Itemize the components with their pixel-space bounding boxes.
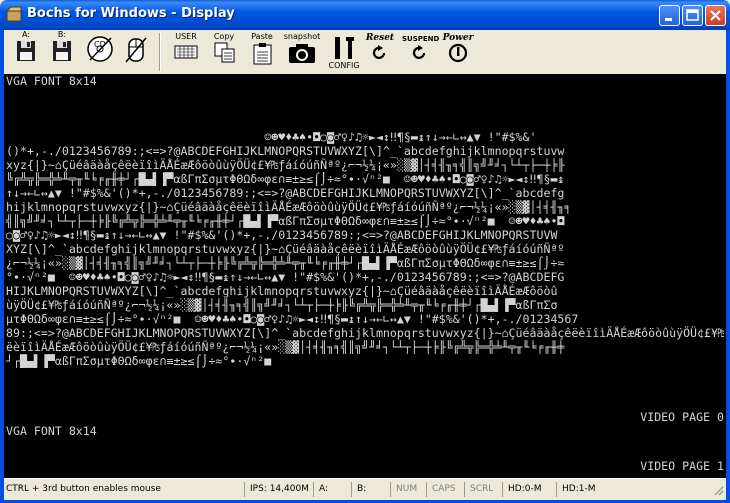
suspend-button[interactable]: SUSPEND	[402, 30, 440, 74]
video-page-label: VIDEO PAGE 0	[640, 410, 724, 424]
snapshot-label: snapshot	[283, 32, 321, 41]
floppy-icon	[53, 41, 71, 61]
title-bar[interactable]: Bochs for Windows - Display	[0, 0, 730, 30]
screen-line: ○◙♂♀♪♫☼►◄↕‼¶§▬↨↑↓→←∟↔▲▼ !"#$%&'()*+,-./0…	[6, 228, 558, 242]
config-tools-icon	[335, 37, 354, 59]
mouse-toggle-button[interactable]	[118, 30, 154, 74]
screen-line: ╚╔╩╦╠═╬╧╨╤╥╙╘╒╓╫╪┘┌█▄▌▐▀αßΓπΣσµτΦΘΩδ∞φε∩…	[6, 172, 565, 186]
cdrom-icon: CD	[87, 36, 113, 62]
minimize-icon	[665, 18, 672, 21]
window-frame-right	[726, 30, 730, 503]
screen-line: ↑↓→←∟↔▲▼ !"#$%&'()*+,-./0123456789:;<=>?…	[6, 186, 565, 200]
vga-display[interactable]: VGA FONT 8x14 ☺☻♥♦♣♠•◘○◙♂♀♪♫☼►◄↕‼¶§▬↨↑↓→…	[4, 74, 726, 478]
minimize-button[interactable]	[659, 5, 680, 26]
reset-arrow-icon	[372, 45, 386, 59]
user-button[interactable]: USER	[168, 30, 204, 74]
config-button[interactable]: CONFIG	[326, 30, 362, 74]
copy-icon	[214, 42, 235, 63]
close-icon	[710, 10, 721, 21]
copy-label: Copy	[213, 32, 235, 41]
close-button[interactable]	[705, 5, 726, 26]
status-ips: IPS: 14,400M	[244, 482, 313, 497]
power-button[interactable]: Power	[440, 30, 476, 74]
screen-line: XYZ[\]^_`abcdefghijklmnopqrstuvwxyz{|}~⌂…	[6, 242, 565, 256]
status-floppy-a: A:	[313, 482, 351, 497]
screen-line: µτΦΘΩδ∞φε∩≡±≥≤⌠⌡÷≈°∙·√ⁿ²■ ☺☻♥♦♣♠•◘○◙♂♀♪♫…	[6, 312, 579, 326]
status-hd0: HD:0-M	[502, 482, 556, 497]
screen-line: ()*+,-./0123456789:;<=>?@ABCDEFGHIJKLMNO…	[6, 144, 565, 158]
suspend-arrow-icon	[412, 45, 426, 59]
screen-line: HIJKLMNOPQRSTUVWXYZ[\]^_`abcdefghijklmno…	[6, 284, 558, 298]
screen-line: ùÿÖÜ¢£¥₧ƒáíóúñÑªº¿⌐¬½¼¡«»░▒▓│┤╡╢╖╕╣║╗╝╜╛…	[6, 298, 558, 312]
copy-button[interactable]: Copy	[206, 30, 242, 74]
paste-label: Paste	[251, 32, 273, 41]
screen-line: hijklmnopqrstuvwxyz{|}~⌂ÇüéâäàåçêëèïîìÄÅ…	[6, 200, 572, 214]
screen-line: VGA FONT 8x14	[6, 424, 97, 438]
power-icon	[448, 43, 468, 63]
window-title: Bochs for Windows - Display	[27, 6, 235, 21]
resize-grip-icon[interactable]	[712, 484, 724, 496]
screen-line: xyz{|}~⌂ÇüéâäàåçêëèïîìÄÅÉæÆôöòûùÿÖÜ¢£¥₧ƒ…	[6, 158, 565, 172]
floppy-a-button[interactable]: A:	[8, 30, 44, 74]
screen-line: ╣║╗╝╜╛┐└┴┬├─┼╞╟╚╔╩╦╠═╬╧╨╤╥╙╘╒╓╫╪┘┌█▄▌▐▀α…	[6, 214, 565, 228]
screen-line: ëèïîìÄÅÉæÆôöòûùÿÖÜ¢£¥₧ƒáíóúñÑªº¿⌐¬½¼¡«»░…	[6, 340, 565, 354]
status-mouse-hint: CTRL + 3rd button enables mouse	[6, 484, 161, 494]
cdrom-button[interactable]: CD	[82, 30, 118, 74]
paste-button[interactable]: Paste	[244, 30, 280, 74]
floppy-b-label: B:	[57, 30, 67, 39]
screen-line: °∙·√ⁿ²■ ☺☻♥♦♣♠•◘○◙♂♀♪♫☼►◄↕‼¶§▬↨↑↓→←∟↔▲▼ …	[6, 270, 565, 284]
screen-line: ¿⌐¬½¼¡«»░▒▓│┤╡╢╖╕╣║╗╝╜╛┐└┴┬├─┼╞╟╚╔╩╦╠═╬╧…	[6, 256, 565, 270]
status-hd1: HD:1-M	[556, 482, 610, 497]
reset-label: Reset	[365, 33, 395, 43]
video-page-label-partial: VIDEO PAGE 1	[640, 459, 724, 473]
config-label: CONFIG	[328, 61, 360, 70]
status-bar: CTRL + 3rd button enables mouse IPS: 14,…	[4, 478, 726, 500]
power-label: Power	[442, 33, 474, 43]
keyboard-icon	[174, 45, 198, 59]
reset-button[interactable]: Reset	[362, 30, 398, 74]
toolbar-separator	[159, 33, 161, 71]
suspend-label: SUSPEND	[402, 35, 440, 43]
maximize-icon	[686, 9, 699, 21]
floppy-b-button[interactable]: B:	[44, 30, 80, 74]
user-label: USER	[175, 32, 197, 41]
status-scroll-lock: SCRL	[464, 482, 502, 497]
screen-line: 89:;<=>?@ABCDEFGHIJKLMNOPQRSTUVWXYZ[\]^_…	[6, 326, 724, 340]
camera-icon	[289, 44, 315, 63]
status-num-lock: NUM	[390, 482, 426, 497]
maximize-button[interactable]	[682, 5, 703, 26]
status-floppy-b: B:	[351, 482, 390, 497]
status-caps-lock: CAPS	[426, 482, 464, 497]
screen-line: VGA FONT 8x14	[6, 74, 97, 88]
screen-line: ☺☻♥♦♣♠•◘○◙♂♀♪♫☼►◄↕‼¶§▬↨↑↓→←∟↔▲▼ !"#$%&'	[6, 130, 537, 144]
screen-line: ┘┌█▄▌▐▀αßΓπΣσµτΦΘΩδ∞φε∩≡±≥≤⌠⌡÷≈°∙·√ⁿ²■	[6, 354, 272, 368]
floppy-icon	[17, 41, 35, 61]
paste-icon	[253, 43, 272, 65]
snapshot-button[interactable]: snapshot	[282, 30, 322, 74]
floppy-a-label: A:	[21, 30, 31, 39]
mouse-icon	[125, 37, 147, 63]
bochs-app-icon[interactable]	[5, 6, 22, 22]
toolbar: A: B: CD USER Copy Paste snapshot CONFIG…	[4, 30, 726, 74]
